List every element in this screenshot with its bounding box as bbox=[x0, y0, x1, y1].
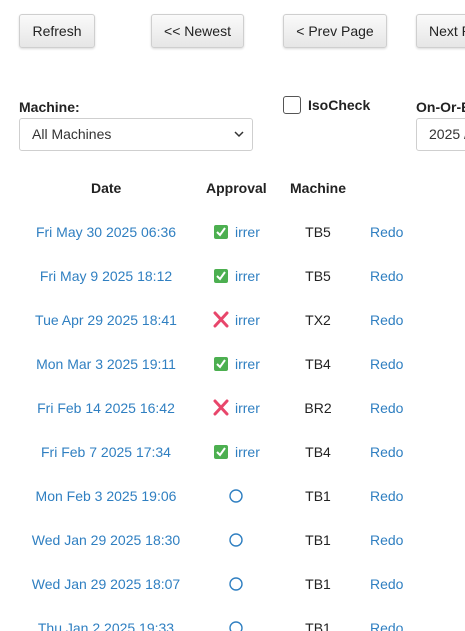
date-link[interactable]: Wed Jan 29 2025 18:30 bbox=[0, 518, 212, 562]
cross-mark-icon bbox=[213, 298, 229, 342]
date-link[interactable]: Fri May 9 2025 18:12 bbox=[0, 254, 212, 298]
machine-cell: TB5 bbox=[305, 268, 331, 284]
table-row: Thu Jan 2 2025 19:33 TB1 Redo bbox=[0, 606, 465, 631]
approver-link[interactable]: irrer bbox=[235, 386, 260, 430]
circle-outline-icon bbox=[228, 606, 244, 631]
machine-cell: TB1 bbox=[305, 532, 331, 548]
check-mark-icon bbox=[213, 254, 229, 298]
approver-link[interactable]: irrer bbox=[235, 254, 260, 298]
machine-column-header: Machine bbox=[290, 180, 347, 196]
redo-link[interactable]: Redo bbox=[370, 606, 403, 631]
date-link[interactable]: Mon Mar 3 2025 19:11 bbox=[0, 342, 212, 386]
machine-select[interactable]: All Machines bbox=[19, 118, 253, 151]
check-mark-icon bbox=[213, 210, 229, 254]
prev-page-button[interactable]: < Prev Page bbox=[283, 14, 387, 48]
table-row: Wed Jan 29 2025 18:30 TB1 Redo bbox=[0, 518, 465, 562]
table-row: Mon Feb 3 2025 19:06 TB1 Redo bbox=[0, 474, 465, 518]
table-row: Fri Feb 7 2025 17:34 irrer TB4 Redo bbox=[0, 430, 465, 474]
date-link[interactable]: Fri May 30 2025 06:36 bbox=[0, 210, 212, 254]
redo-link[interactable]: Redo bbox=[370, 562, 403, 606]
approver-link[interactable]: irrer bbox=[235, 298, 260, 342]
date-link[interactable]: Tue Apr 29 2025 18:41 bbox=[0, 298, 212, 342]
redo-link[interactable]: Redo bbox=[370, 210, 403, 254]
machine-cell: TX2 bbox=[305, 312, 331, 328]
date-input[interactable]: 2025 / bbox=[416, 118, 465, 151]
circle-outline-icon bbox=[228, 474, 244, 518]
on-or-before-label: On-Or-B bbox=[416, 99, 465, 115]
date-column-header: Date bbox=[91, 180, 122, 196]
machine-cell: TB1 bbox=[305, 620, 331, 631]
table-row: Fri Feb 14 2025 16:42 irrer BR2 Redo bbox=[0, 386, 465, 430]
date-link[interactable]: Thu Jan 2 2025 19:33 bbox=[0, 606, 212, 631]
table-row: Fri May 30 2025 06:36 irrer TB5 Redo bbox=[0, 210, 465, 254]
machine-cell: TB1 bbox=[305, 488, 331, 504]
isocheck-label: IsoCheck bbox=[308, 97, 371, 113]
table-row: Wed Jan 29 2025 18:07 TB1 Redo bbox=[0, 562, 465, 606]
machine-cell: TB1 bbox=[305, 576, 331, 592]
machine-select-value: All Machines bbox=[32, 126, 112, 142]
approver-link[interactable]: irrer bbox=[235, 210, 260, 254]
redo-link[interactable]: Redo bbox=[370, 474, 403, 518]
newest-button[interactable]: << Newest bbox=[151, 14, 244, 48]
check-mark-icon bbox=[213, 430, 229, 474]
next-page-button[interactable]: Next P bbox=[416, 14, 465, 48]
redo-link[interactable]: Redo bbox=[370, 254, 403, 298]
date-link[interactable]: Fri Feb 14 2025 16:42 bbox=[0, 386, 212, 430]
redo-link[interactable]: Redo bbox=[370, 298, 403, 342]
approver-link[interactable]: irrer bbox=[235, 342, 260, 386]
circle-outline-icon bbox=[228, 518, 244, 562]
page: Refresh << Newest < Prev Page Next P Mac… bbox=[0, 0, 465, 631]
machine-label: Machine: bbox=[19, 99, 80, 115]
machine-cell: TB4 bbox=[305, 356, 331, 372]
machine-cell: TB4 bbox=[305, 444, 331, 460]
approval-column-header: Approval bbox=[206, 180, 267, 196]
table-row: Tue Apr 29 2025 18:41 irrer TX2 Redo bbox=[0, 298, 465, 342]
redo-link[interactable]: Redo bbox=[370, 342, 403, 386]
check-mark-icon bbox=[213, 342, 229, 386]
isocheck-checkbox[interactable] bbox=[283, 96, 301, 114]
redo-link[interactable]: Redo bbox=[370, 386, 403, 430]
redo-link[interactable]: Redo bbox=[370, 518, 403, 562]
redo-link[interactable]: Redo bbox=[370, 430, 403, 474]
approver-link[interactable]: irrer bbox=[235, 430, 260, 474]
date-link[interactable]: Wed Jan 29 2025 18:07 bbox=[0, 562, 212, 606]
machine-cell: BR2 bbox=[304, 400, 332, 416]
table-row: Fri May 9 2025 18:12 irrer TB5 Redo bbox=[0, 254, 465, 298]
date-link[interactable]: Fri Feb 7 2025 17:34 bbox=[0, 430, 212, 474]
machine-cell: TB5 bbox=[305, 224, 331, 240]
date-input-value: 2025 / bbox=[429, 126, 465, 142]
chevron-down-icon bbox=[234, 119, 244, 150]
circle-outline-icon bbox=[228, 562, 244, 606]
date-link[interactable]: Mon Feb 3 2025 19:06 bbox=[0, 474, 212, 518]
table-row: Mon Mar 3 2025 19:11 irrer TB4 Redo bbox=[0, 342, 465, 386]
refresh-button[interactable]: Refresh bbox=[19, 14, 95, 48]
cross-mark-icon bbox=[213, 386, 229, 430]
